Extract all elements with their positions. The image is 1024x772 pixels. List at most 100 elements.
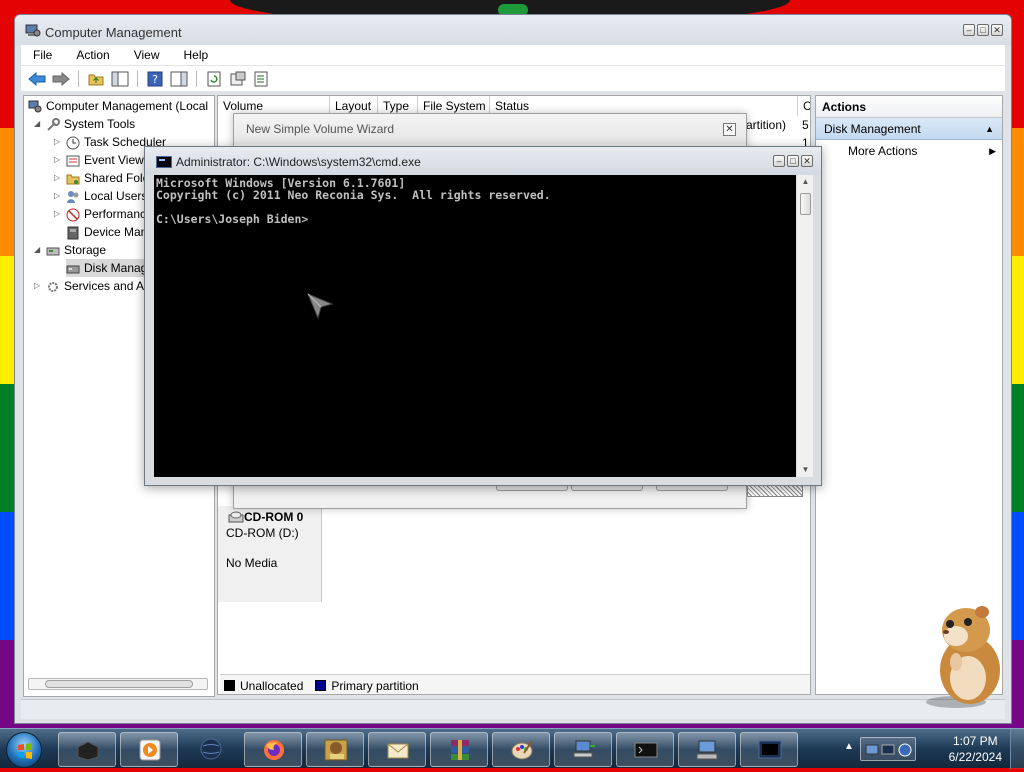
scrollbar-thumb[interactable] [800,193,811,215]
cmd-taskbar-icon [634,742,658,758]
tree-item-device-manager[interactable]: Device Man [66,223,147,241]
export-list-icon[interactable] [252,70,272,88]
wizard-close-button[interactable]: ✕ [723,123,736,136]
svg-text:?: ? [152,73,158,86]
cmd-vertical-scrollbar[interactable]: ▲ ▼ [796,175,813,477]
cm-minimize-button[interactable]: – [963,24,975,36]
column-capacity[interactable]: C [798,96,810,116]
scrollbar-thumb[interactable] [45,680,193,688]
services-icon [48,281,58,292]
taskbar-app-network[interactable] [554,732,612,767]
tools-icon [47,117,60,131]
wizard-title[interactable]: New Simple Volume Wizard [234,114,746,144]
tree-item-local-users[interactable]: Local Users [66,187,147,205]
cmd-close-button[interactable]: ✕ [801,155,813,167]
cd-drive-icon [228,511,244,523]
up-folder-icon[interactable] [86,70,106,88]
taskbar-app-cmd-window[interactable] [740,732,798,767]
taskbar-app-media-player[interactable] [120,732,178,767]
taskbar-app-mail[interactable] [368,732,426,767]
clock-icon [66,136,80,150]
tree-item-storage[interactable]: Storage [46,241,106,259]
taskbar-app-globe[interactable] [182,732,240,767]
taskbar-app-firefox[interactable] [244,732,302,767]
tree-label: Services and A [64,279,145,293]
cm-close-button[interactable]: ✕ [991,24,1003,36]
box-game-icon [324,739,348,761]
disk-type: CD-ROM (D:) [226,526,299,540]
more-actions-item[interactable]: More Actions ▶ [816,140,1002,162]
expand-arrow-icon[interactable]: ▷ [54,151,60,169]
show-hidden-icons-icon[interactable]: ▲ [844,741,854,752]
collapse-arrow-icon[interactable]: ◢ [34,241,40,259]
collapse-arrow-icon[interactable]: ◢ [34,115,40,133]
taskbar-app-cmd[interactable] [616,732,674,767]
tree-item-disk-management[interactable]: Disk Manag [66,259,148,277]
menu-file[interactable]: File [21,48,64,62]
hatched-partition [747,485,803,497]
expand-arrow-icon[interactable]: ▷ [34,277,40,295]
cmd-maximize-button[interactable]: □ [787,155,799,167]
taskbar-app-paint[interactable] [492,732,550,767]
windows-logo-icon [18,743,32,759]
hamster-mascot-icon [926,606,1000,708]
collapse-triangle-icon[interactable]: ▲ [985,118,994,140]
scroll-up-arrow-icon[interactable]: ▲ [797,175,814,189]
tree-item-computer-management[interactable]: Computer Management (Local [28,97,208,115]
scroll-down-arrow-icon[interactable]: ▼ [797,463,814,477]
help-icon[interactable]: ? [145,70,165,88]
tree-label: Storage [64,243,107,257]
cmd-minimize-button[interactable]: – [773,155,785,167]
cm-maximize-button[interactable]: □ [977,24,989,36]
device-manager-icon [67,226,79,240]
expand-arrow-icon[interactable]: ▷ [54,133,60,151]
expand-arrow-icon[interactable]: ▷ [54,169,60,187]
event-viewer-icon [66,155,80,167]
actions-disk-management[interactable]: Disk Management ▲ [816,118,1002,140]
tree-horizontal-scrollbar[interactable] [28,678,208,690]
taskbar-app-box[interactable] [306,732,364,767]
tree-label: Device Man [84,225,148,239]
globe-icon [200,738,222,760]
status-bar [21,699,1005,719]
tree-item-services[interactable]: Services and A [46,277,144,295]
taskbar-app-terminal[interactable] [58,732,116,767]
refresh-icon[interactable] [204,70,224,88]
media-player-icon [139,739,161,761]
tree-item-event-viewer[interactable]: Event View [66,151,144,169]
toolbar: ? [21,65,1005,91]
submenu-arrow-icon: ▶ [989,146,996,156]
menu-bar: File Action View Help [21,45,1005,65]
show-hide-action-pane-icon[interactable] [169,70,189,88]
taskbar-clock[interactable]: 1:07 PM 6/22/2024 [949,733,1002,765]
taskbar-app-winrar[interactable] [430,732,488,767]
show-hide-tree-icon[interactable] [110,70,130,88]
disk-cdrom-label[interactable]: CD-ROM 0 CD-ROM (D:) No Media [218,506,322,602]
forward-arrow-icon[interactable] [51,70,71,88]
actions-header: Actions [816,96,1002,118]
menu-view[interactable]: View [122,48,172,62]
cmd-console[interactable]: Microsoft Windows [Version 6.1.7601] Copy… [154,175,796,477]
tree-item-system-tools[interactable]: System Tools [46,115,135,133]
expand-arrow-icon[interactable]: ▷ [54,205,60,223]
tray-icons[interactable] [860,737,916,761]
computer-management-icon [28,100,42,113]
back-arrow-icon[interactable] [27,70,47,88]
show-desktop-button[interactable] [1010,729,1024,769]
legend-swatch-primary [315,680,327,691]
taskbar-app-computer[interactable] [678,732,736,767]
computer-icon [696,740,718,760]
legend-label-primary: Primary partition [331,678,419,693]
menu-help[interactable]: Help [172,48,221,62]
cmd-titlebar[interactable]: Administrator: C:\Windows\system32\cmd.e… [145,147,821,175]
properties-icon[interactable] [228,70,248,88]
clock-date: 6/22/2024 [948,750,1002,764]
tree-item-performance[interactable]: Performanc [66,205,146,223]
dark-box-icon [77,741,99,761]
menu-action[interactable]: Action [64,48,121,62]
expand-arrow-icon[interactable]: ▷ [54,187,60,205]
tree-item-shared-folders[interactable]: Shared Fold [66,169,149,187]
cm-titlebar[interactable]: Computer Management – □ ✕ [15,15,1011,45]
monitor-icon [758,740,782,759]
start-button[interactable] [6,732,42,768]
